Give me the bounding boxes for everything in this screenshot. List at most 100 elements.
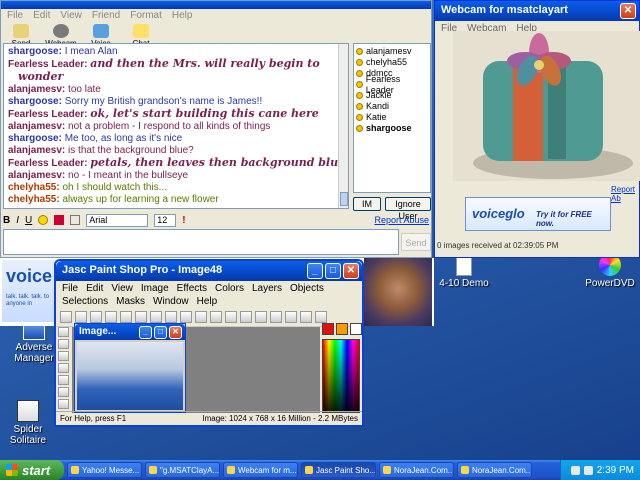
close-button[interactable]: ✕ xyxy=(343,263,359,279)
taskbar-button[interactable]: NoraJean.Com... xyxy=(379,462,454,478)
desktop-icon-4-10-demo[interactable]: 4-10 Demo xyxy=(432,254,496,289)
volume-icon[interactable] xyxy=(583,465,593,475)
toolbar-button[interactable] xyxy=(90,311,102,323)
user-list-item[interactable]: shargoose xyxy=(356,123,428,134)
toolbar-button[interactable] xyxy=(180,311,192,323)
chat-nick[interactable]: Fearless Leader: xyxy=(8,158,88,169)
color-spectrum[interactable] xyxy=(322,339,360,413)
size-select[interactable]: 12 xyxy=(154,213,177,227)
smiley-icon[interactable] xyxy=(38,215,49,225)
chat-log[interactable]: shargoose: I mean Alan Fearless Leader: a… xyxy=(3,43,349,209)
image-document-window[interactable]: Image... _ □ ✕ xyxy=(74,323,186,413)
user-list-item[interactable]: Fearless Leader xyxy=(356,74,428,95)
close-button[interactable]: ✕ xyxy=(620,3,636,19)
tool-button[interactable] xyxy=(58,399,69,409)
chat-nick[interactable]: shargoose: xyxy=(8,46,62,57)
italic-button[interactable]: I xyxy=(16,215,19,226)
chat-scrollbar[interactable] xyxy=(338,44,348,208)
user-list[interactable]: alanjamesv chelyha55 ddmcc Fearless Leader J… xyxy=(353,43,431,193)
toolbar-button[interactable] xyxy=(75,311,87,323)
chat-nick[interactable]: chelyha55: xyxy=(8,182,60,193)
send-button[interactable]: Send xyxy=(401,233,431,251)
user-list-item[interactable]: alanjamesv xyxy=(356,46,428,57)
underline-button[interactable]: U xyxy=(25,215,32,226)
menu-help[interactable]: Help xyxy=(197,296,218,307)
menu-format[interactable]: Format xyxy=(130,10,162,21)
taskbar-button[interactable]: Yahoo! Messe... xyxy=(67,462,142,478)
menu-edit[interactable]: Edit xyxy=(86,283,103,294)
swap-colors-icon[interactable] xyxy=(336,323,348,335)
toolbar-button[interactable] xyxy=(105,311,117,323)
report-abuse-link[interactable]: Report Abuse xyxy=(374,215,429,225)
chat-nick[interactable]: shargoose: xyxy=(8,133,62,144)
text-color-icon[interactable] xyxy=(70,215,81,225)
toolbar-button[interactable] xyxy=(195,311,207,323)
minimize-button[interactable]: _ xyxy=(307,263,323,279)
chat-nick[interactable]: Fearless Leader: xyxy=(8,109,88,120)
desktop-icon-powerdvd[interactable]: PowerDVD xyxy=(578,254,640,289)
chat-nick[interactable]: alanjamesv: xyxy=(8,170,65,181)
foreground-color[interactable] xyxy=(322,323,334,335)
menu-window[interactable]: Window xyxy=(153,296,189,307)
toolbar-button[interactable] xyxy=(300,311,312,323)
chat-nick[interactable]: Fearless Leader: xyxy=(8,59,88,70)
toolbar-button[interactable] xyxy=(210,311,222,323)
tray-icon[interactable] xyxy=(570,465,580,475)
menu-view[interactable]: View xyxy=(60,10,82,21)
minimize-button[interactable]: _ xyxy=(139,326,152,339)
menu-edit[interactable]: Edit xyxy=(33,10,50,21)
menu-image[interactable]: Image xyxy=(141,283,169,294)
chat-nick[interactable]: alanjamesv: xyxy=(8,121,65,132)
tool-button[interactable] xyxy=(58,351,69,361)
menu-selections[interactable]: Selections xyxy=(62,296,108,307)
menu-file[interactable]: File xyxy=(62,283,78,294)
psp-titlebar[interactable]: Jasc Paint Shop Pro - Image48 _ □ ✕ xyxy=(56,261,362,281)
tool-button[interactable] xyxy=(58,363,69,373)
scroll-thumb[interactable] xyxy=(340,192,348,206)
taskbar-button[interactable]: Jasc Paint Sho... xyxy=(301,462,376,478)
voiceglo-ad[interactable]: voiceglo Try it for FREE now. xyxy=(465,197,611,231)
webcam-titlebar[interactable]: Webcam for msatclayart ✕ xyxy=(435,1,639,21)
maximize-button[interactable]: □ xyxy=(325,263,341,279)
chat-nick[interactable]: shargoose: xyxy=(8,96,62,107)
toolbar-button[interactable] xyxy=(270,311,282,323)
ignore-user-button[interactable]: Ignore User xyxy=(385,197,431,221)
toolbar-button[interactable] xyxy=(255,311,267,323)
toolbar-button[interactable] xyxy=(240,311,252,323)
menu-masks[interactable]: Masks xyxy=(116,296,145,307)
toolbar-button[interactable] xyxy=(120,311,132,323)
messenger-titlebar[interactable] xyxy=(1,1,431,9)
report-abuse-link[interactable]: Report Ab xyxy=(611,185,639,203)
taskbar-button[interactable]: Webcam for m... xyxy=(223,462,298,478)
color-palette[interactable] xyxy=(322,323,362,413)
menu-layers[interactable]: Layers xyxy=(252,283,282,294)
tool-button[interactable] xyxy=(58,387,69,397)
background-color[interactable] xyxy=(350,323,362,335)
desktop-icon-spider-solitaire[interactable]: Spider Solitaire xyxy=(0,400,60,446)
menu-colors[interactable]: Colors xyxy=(215,283,244,294)
user-list-item[interactable]: Katie xyxy=(356,112,428,123)
message-input[interactable] xyxy=(3,229,399,255)
menu-friend[interactable]: Friend xyxy=(92,10,120,21)
toolbar-button[interactable] xyxy=(165,311,177,323)
taskbar-button[interactable]: NoraJean.Com... xyxy=(457,462,532,478)
menu-file[interactable]: File xyxy=(7,10,23,21)
menu-objects[interactable]: Objects xyxy=(290,283,324,294)
start-button[interactable]: start xyxy=(0,460,64,480)
font-select[interactable]: Arial xyxy=(86,213,149,227)
close-button[interactable]: ✕ xyxy=(169,326,182,339)
tool-button[interactable] xyxy=(58,339,69,349)
taskbar-button[interactable]: "g.MSATClayA... xyxy=(145,462,220,478)
toolbar-button[interactable] xyxy=(135,311,147,323)
im-button[interactable]: IM xyxy=(353,197,381,211)
menu-effects[interactable]: Effects xyxy=(177,283,207,294)
toolbar-button[interactable] xyxy=(150,311,162,323)
image-titlebar[interactable]: Image... _ □ ✕ xyxy=(75,324,185,340)
chat-nick[interactable]: alanjamesv: xyxy=(8,84,65,95)
maximize-button[interactable]: □ xyxy=(154,326,167,339)
toolbar-button[interactable] xyxy=(285,311,297,323)
menu-help[interactable]: Help xyxy=(172,10,193,21)
chat-nick[interactable]: chelyha55: xyxy=(8,194,60,205)
chat-nick[interactable]: alanjamesv: xyxy=(8,145,65,156)
toolbar-button[interactable] xyxy=(60,311,72,323)
